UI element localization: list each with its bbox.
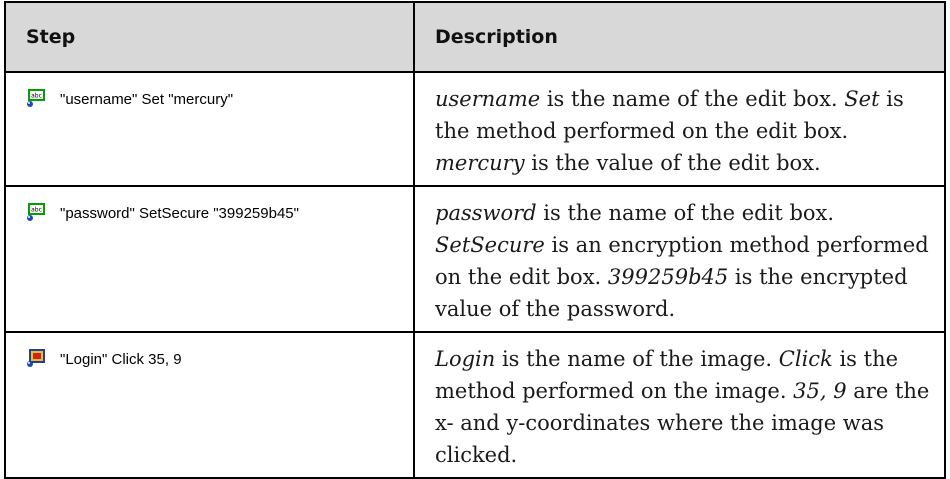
description-text: Login is the name of the image. Click is… <box>435 347 929 467</box>
description-cell: password is the name of the edit box. Se… <box>413 185 946 333</box>
step-text: "username" Set "mercury" <box>60 91 234 108</box>
step-column-header: Step <box>4 1 415 73</box>
description-term: Login <box>435 347 496 371</box>
description-fragment: is the name of the image. <box>495 347 779 371</box>
image-icon <box>26 348 46 368</box>
step-cell: abc "username" Set "mercury" <box>4 71 415 187</box>
step-text: "password" SetSecure "399259b45" <box>60 205 299 222</box>
description-term: mercury <box>435 151 525 175</box>
description-cell: username is the name of the edit box. Se… <box>413 71 946 187</box>
description-fragment: is the name of the edit box. <box>536 201 835 225</box>
description-column-header: Description <box>413 1 946 73</box>
description-term: Click <box>778 347 833 371</box>
table-row: "Login" Click 35, 9 Login is the name of… <box>4 331 946 479</box>
description-text: username is the name of the edit box. Se… <box>435 87 904 175</box>
edit-box-icon: abc <box>26 202 46 222</box>
description-term: password <box>435 201 537 225</box>
description-cell: Login is the name of the image. Click is… <box>413 331 946 479</box>
step-cell: "Login" Click 35, 9 <box>4 331 415 479</box>
steps-table: Step Description abc "username" Set "mer… <box>4 1 946 479</box>
description-fragment: is the name of the edit box. <box>540 87 845 111</box>
header-row: Step Description <box>4 1 946 73</box>
step-text: "Login" Click 35, 9 <box>60 351 182 368</box>
edit-box-icon: abc <box>26 88 46 108</box>
table-row: abc "username" Set "mercury" username is… <box>4 71 946 187</box>
description-term: username <box>435 87 541 111</box>
description-term: 399259b45 <box>607 265 729 289</box>
description-term: SetSecure <box>435 233 545 257</box>
description-text: password is the name of the edit box. Se… <box>435 201 929 321</box>
svg-text:abc: abc <box>31 207 42 214</box>
step-cell: abc "password" SetSecure "399259b45" <box>4 185 415 333</box>
description-fragment: is the value of the edit box. <box>524 151 821 175</box>
description-term: Set <box>844 87 880 111</box>
svg-text:abc: abc <box>31 93 42 100</box>
table-row: abc "password" SetSecure "399259b45" pas… <box>4 185 946 333</box>
description-term: 35, 9 <box>793 379 847 403</box>
